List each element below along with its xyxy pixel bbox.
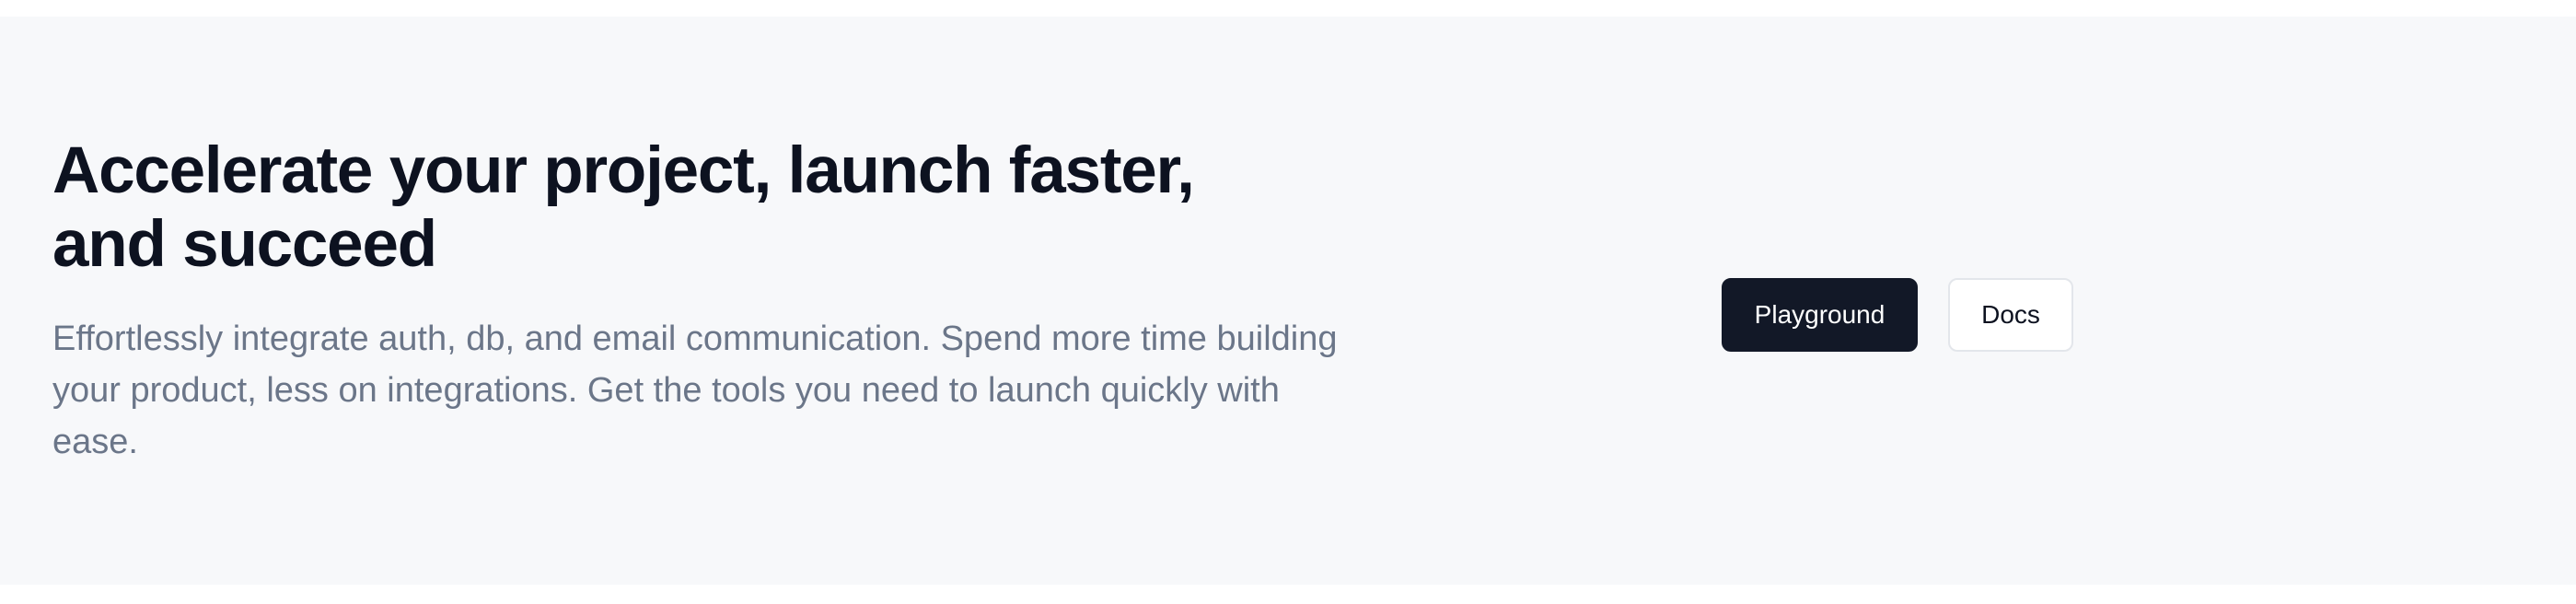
- hero-text-block: Accelerate your project, launch faster, …: [52, 134, 1360, 468]
- hero-section: Accelerate your project, launch faster, …: [0, 17, 2576, 585]
- docs-button[interactable]: Docs: [1948, 278, 2073, 352]
- hero-title: Accelerate your project, launch faster, …: [52, 134, 1195, 281]
- hero-actions: Playground Docs: [1722, 278, 2073, 352]
- playground-button[interactable]: Playground: [1722, 278, 1918, 352]
- hero-subtitle: Effortlessly integrate auth, db, and ema…: [52, 319, 1338, 461]
